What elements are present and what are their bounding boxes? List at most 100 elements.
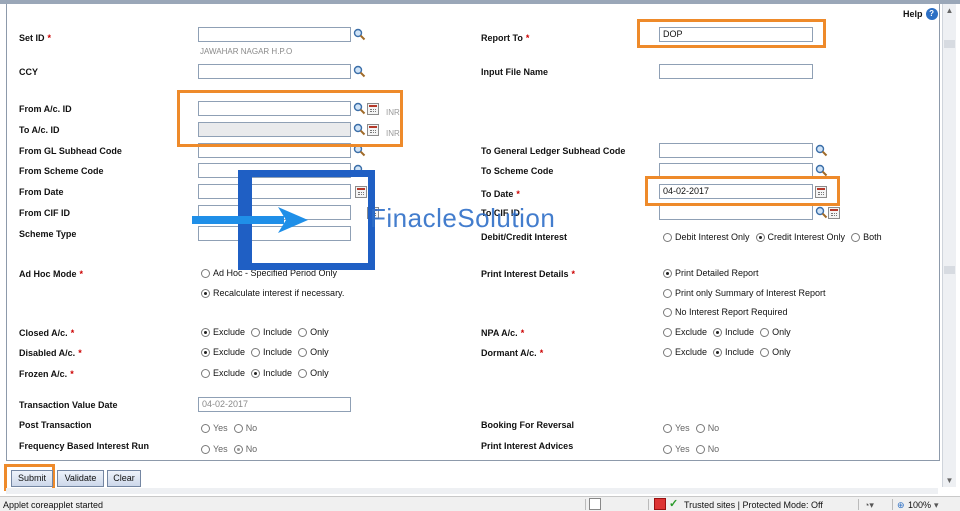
radio-frozen-include[interactable] bbox=[251, 368, 261, 378]
radio-frequency-no[interactable] bbox=[233, 444, 243, 454]
security-zone-text: Trusted sites | Protected Mode: Off bbox=[684, 500, 823, 510]
from-ac-id-label: From A/c. ID bbox=[19, 104, 72, 114]
no-interest-report-option[interactable]: No Interest Report Required bbox=[663, 307, 788, 317]
radio-closed-exclude[interactable] bbox=[201, 327, 210, 337]
radio-disabled-include[interactable] bbox=[251, 347, 261, 357]
validate-button[interactable]: Validate bbox=[57, 470, 104, 487]
radio-npa-only[interactable] bbox=[760, 327, 770, 337]
print-interest-advices-label: Print Interest Advices bbox=[481, 441, 574, 451]
to-date-calendar-icon[interactable] bbox=[815, 186, 827, 198]
vertical-scrollbar[interactable]: ▲ ▼ bbox=[942, 4, 956, 487]
radio-dormant-include[interactable] bbox=[713, 347, 723, 357]
booking-reversal-radio-group: Yes No bbox=[663, 423, 719, 433]
radio-frequency-yes[interactable] bbox=[201, 444, 210, 454]
radio-post-transaction-yes[interactable] bbox=[201, 423, 210, 433]
zoom-icon[interactable]: ⊕ bbox=[897, 500, 905, 511]
closed-ac-label: Closed A/c. * bbox=[19, 328, 75, 338]
radio-credit-interest-only[interactable] bbox=[755, 232, 765, 242]
radio-closed-only[interactable] bbox=[298, 327, 308, 337]
help-icon[interactable]: ? bbox=[925, 8, 938, 20]
zoom-dropdown-icon[interactable]: ▾ bbox=[934, 500, 939, 511]
protected-mode-icon[interactable]: ◔▾ bbox=[864, 500, 874, 511]
submit-button[interactable]: Submit bbox=[11, 470, 53, 487]
from-ac-id-details-icon[interactable] bbox=[367, 103, 379, 115]
to-gl-subhead-code-input[interactable] bbox=[659, 143, 813, 158]
watermark-text: FinacleSolution bbox=[370, 203, 556, 233]
popup-blocked-icon[interactable] bbox=[654, 498, 666, 510]
to-date-input[interactable]: 04-02-2017 bbox=[659, 184, 813, 199]
radio-print-summary[interactable] bbox=[663, 288, 672, 298]
horizontal-scrollbar[interactable] bbox=[6, 488, 938, 494]
frequency-interest-radio-group: Yes No bbox=[201, 444, 257, 454]
radio-ad-hoc-specified[interactable] bbox=[201, 268, 210, 278]
radio-print-advices-yes[interactable] bbox=[663, 444, 672, 454]
to-cif-id-details-icon[interactable] bbox=[828, 207, 840, 219]
ad-hoc-recalculate-option[interactable]: Recalculate interest if necessary. bbox=[201, 288, 344, 298]
print-detailed-report-option[interactable]: Print Detailed Report bbox=[663, 268, 759, 278]
radio-debit-interest-only[interactable] bbox=[663, 232, 672, 242]
to-ac-id-search-icon[interactable] bbox=[353, 123, 366, 136]
frequency-based-interest-run-label: Frequency Based Interest Run bbox=[19, 441, 150, 451]
set-id-search-icon[interactable] bbox=[353, 28, 366, 41]
radio-disabled-only[interactable] bbox=[298, 347, 308, 357]
ccy-search-icon[interactable] bbox=[353, 65, 366, 78]
radio-no-interest-report[interactable] bbox=[663, 307, 672, 317]
scroll-down-icon[interactable]: ▼ bbox=[943, 474, 956, 487]
scroll-up-icon[interactable]: ▲ bbox=[943, 4, 956, 17]
radio-npa-exclude[interactable] bbox=[663, 327, 672, 337]
set-id-branch-name: JAWAHAR NAGAR H.P.O bbox=[200, 47, 293, 56]
clear-button[interactable]: Clear bbox=[107, 470, 141, 487]
to-ac-id-currency: INR bbox=[386, 129, 400, 138]
from-ac-id-search-icon[interactable] bbox=[353, 102, 366, 115]
input-file-name-input[interactable] bbox=[659, 64, 813, 79]
npa-ac-radio-group: Exclude Include Only bbox=[663, 327, 791, 337]
radio-post-transaction-no[interactable] bbox=[233, 423, 243, 433]
radio-dormant-exclude[interactable] bbox=[663, 347, 672, 357]
scheme-type-label: Scheme Type bbox=[19, 229, 77, 239]
to-scheme-code-input[interactable] bbox=[659, 163, 813, 178]
to-scheme-code-search-icon[interactable] bbox=[815, 164, 828, 177]
from-ac-id-input[interactable] bbox=[198, 101, 351, 116]
to-scheme-code-label: To Scheme Code bbox=[481, 166, 554, 176]
ccy-input[interactable] bbox=[198, 64, 351, 79]
debit-credit-radio-group: Debit Interest Only Credit Interest Only… bbox=[663, 232, 882, 242]
page-icon bbox=[589, 498, 601, 510]
radio-closed-include[interactable] bbox=[251, 327, 261, 337]
to-gl-subhead-search-icon[interactable] bbox=[815, 144, 828, 157]
to-ac-id-input[interactable] bbox=[198, 122, 351, 137]
scroll-thumb[interactable] bbox=[944, 40, 955, 48]
radio-ad-hoc-recalculate[interactable] bbox=[201, 288, 210, 298]
radio-dormant-only[interactable] bbox=[760, 347, 770, 357]
radio-print-advices-no[interactable] bbox=[695, 444, 705, 454]
to-gl-subhead-code-label: To General Ledger Subhead Code bbox=[481, 146, 626, 156]
frozen-ac-radio-group: Exclude Include Only bbox=[201, 368, 329, 378]
to-cif-id-search-icon[interactable] bbox=[815, 206, 828, 219]
radio-frozen-exclude[interactable] bbox=[201, 368, 210, 378]
from-ac-id-currency: INR bbox=[386, 108, 400, 117]
radio-print-detailed[interactable] bbox=[663, 268, 672, 278]
print-summary-option[interactable]: Print only Summary of Interest Report bbox=[663, 288, 826, 298]
radio-booking-reversal-yes[interactable] bbox=[663, 423, 672, 433]
from-gl-subhead-code-input[interactable] bbox=[198, 143, 351, 158]
radio-disabled-exclude[interactable] bbox=[201, 347, 210, 357]
set-id-input[interactable] bbox=[198, 27, 351, 42]
from-date-label: From Date bbox=[19, 187, 64, 197]
from-gl-subhead-search-icon[interactable] bbox=[353, 144, 366, 157]
report-to-input[interactable]: DOP bbox=[659, 27, 813, 42]
set-id-label: Set ID * bbox=[19, 33, 52, 43]
help-link[interactable]: Help ? bbox=[903, 8, 938, 20]
to-ac-id-details-icon[interactable] bbox=[367, 124, 379, 136]
scroll-thumb-2[interactable] bbox=[944, 266, 955, 274]
radio-both[interactable] bbox=[851, 232, 861, 242]
radio-booking-reversal-no[interactable] bbox=[695, 423, 705, 433]
print-advices-radio-group: Yes No bbox=[663, 444, 719, 454]
watermark-arrow-icon bbox=[192, 207, 308, 233]
radio-frozen-only[interactable] bbox=[298, 368, 308, 378]
to-date-label: To Date * bbox=[481, 189, 520, 199]
radio-npa-include[interactable] bbox=[713, 327, 723, 337]
transaction-value-date-input[interactable]: 04-02-2017 bbox=[198, 397, 351, 412]
zoom-level[interactable]: 100% bbox=[908, 500, 931, 510]
npa-ac-label: NPA A/c. * bbox=[481, 328, 525, 338]
from-scheme-code-label: From Scheme Code bbox=[19, 166, 104, 176]
to-cif-id-input[interactable] bbox=[659, 205, 813, 220]
